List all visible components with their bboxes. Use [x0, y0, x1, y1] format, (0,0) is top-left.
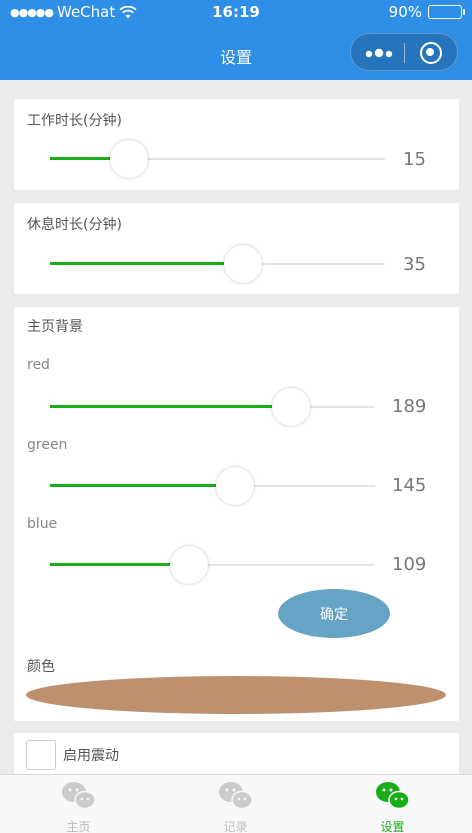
close-miniprogram-icon[interactable]	[420, 42, 442, 64]
wechat-icon	[375, 781, 411, 811]
capsule-divider	[404, 43, 405, 63]
slider-knob[interactable]	[215, 467, 254, 505]
tab-bar: 主页 记录 设置	[0, 774, 472, 833]
blue-label: blue	[27, 516, 58, 532]
rest-duration-value: 35	[403, 254, 426, 275]
red-value: 189	[392, 396, 427, 417]
work-duration-value: 15	[403, 149, 426, 170]
rest-duration-card: 休息时长(分钟) 35	[14, 203, 459, 294]
vibration-card: 启用震动	[14, 733, 459, 774]
blue-value: 109	[392, 554, 427, 575]
confirm-button[interactable]: 确定	[278, 589, 390, 638]
red-label: red	[27, 357, 50, 373]
vibration-checkbox[interactable]	[26, 740, 56, 770]
work-duration-label: 工作时长(分钟)	[27, 113, 122, 129]
background-label: 主页背景	[27, 319, 83, 335]
tab-records[interactable]: 记录	[157, 775, 314, 833]
more-icon[interactable]	[365, 45, 395, 59]
slider-knob[interactable]	[224, 245, 263, 283]
work-duration-card: 工作时长(分钟) 15	[14, 99, 459, 190]
rest-duration-label: 休息时长(分钟)	[27, 217, 122, 233]
tab-label: 记录	[223, 820, 248, 833]
green-label: green	[27, 437, 68, 453]
background-card: 主页背景 red 189 green 145 blue 109 确定 颜色	[14, 307, 459, 721]
battery-icon	[428, 5, 465, 19]
tab-label: 设置	[380, 820, 405, 833]
wechat-icon	[218, 781, 254, 811]
slider-knob[interactable]	[169, 546, 208, 584]
green-value: 145	[392, 475, 427, 496]
settings-content: 工作时长(分钟) 15 休息时长(分钟) 35 主页背景 red 189 gre…	[0, 80, 472, 774]
tab-settings[interactable]: 设置	[314, 775, 471, 833]
green-slider[interactable]	[50, 467, 375, 505]
slider-knob[interactable]	[271, 388, 310, 426]
vibration-label: 启用震动	[63, 748, 119, 764]
blue-slider[interactable]	[50, 546, 375, 584]
tab-home[interactable]: 主页	[0, 775, 157, 833]
color-label: 颜色	[27, 659, 55, 675]
wechat-icon	[61, 781, 97, 811]
tab-label: 主页	[66, 820, 91, 833]
top-bar: ●●●●● WeChat 16:19 90% 设置	[0, 0, 472, 80]
work-duration-slider[interactable]	[50, 140, 385, 178]
color-preview-swatch	[26, 676, 446, 714]
capsule-menu	[350, 33, 458, 71]
red-slider[interactable]	[50, 388, 375, 426]
battery-percent: 90%	[388, 3, 422, 21]
rest-duration-slider[interactable]	[50, 245, 385, 283]
slider-knob[interactable]	[110, 140, 149, 178]
status-bar: ●●●●● WeChat 16:19 90%	[0, 0, 472, 26]
